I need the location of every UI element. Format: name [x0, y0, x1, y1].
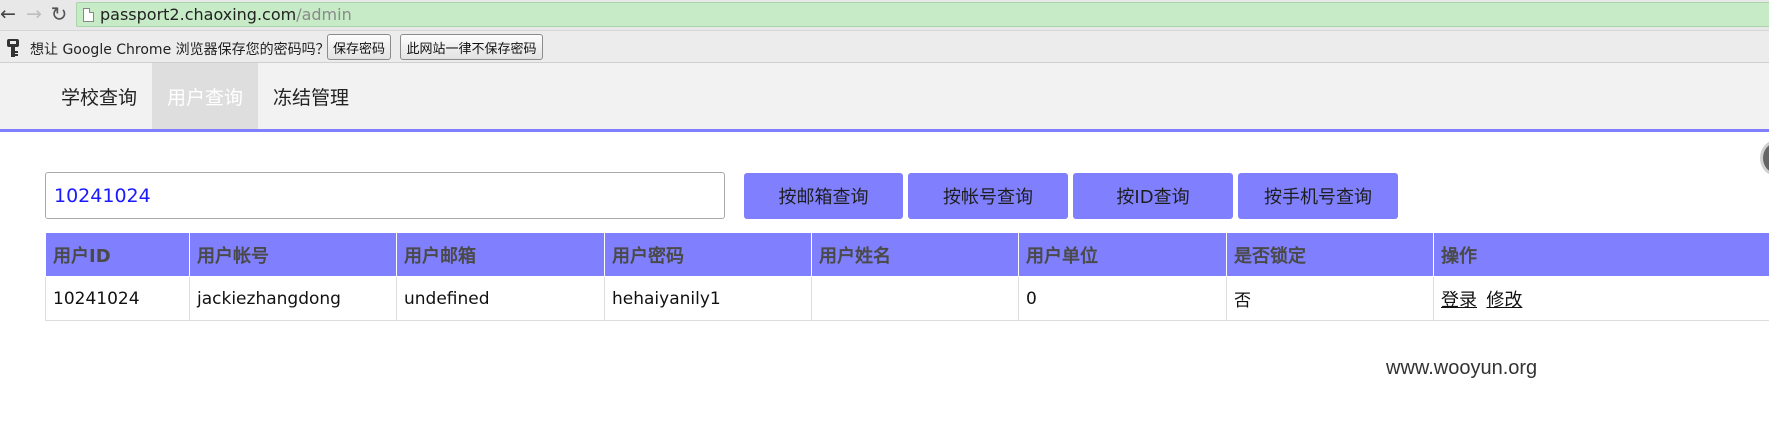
search-input[interactable] — [45, 172, 725, 219]
cell-user-id: 10241024 — [45, 276, 190, 321]
query-by-email-button[interactable]: 按邮箱查询 — [744, 173, 903, 219]
save-password-button[interactable]: 保存密码 — [327, 34, 391, 60]
cell-user-email: undefined — [396, 276, 605, 321]
arrow-left-icon[interactable]: ← — [0, 4, 18, 24]
address-bar[interactable]: passport2.chaoxing.com/admin — [76, 2, 1769, 27]
never-save-button[interactable]: 此网站一律不保存密码 — [400, 34, 543, 60]
query-by-account-button[interactable]: 按帐号查询 — [908, 173, 1068, 219]
header-user-password: 用户密码 — [604, 232, 812, 277]
header-user-id: 用户ID — [45, 232, 190, 277]
query-by-phone-button[interactable]: 按手机号查询 — [1238, 173, 1398, 219]
table-header-row: 用户ID 用户帐号 用户邮箱 用户密码 用户姓名 用户单位 是否锁定 操作 — [45, 232, 1769, 277]
infobar-message: 想让 Google Chrome 浏览器保存您的密码吗？ — [30, 42, 330, 58]
table-row: 10241024 jackiezhangdong undefined hehai… — [45, 276, 1769, 321]
key-icon — [7, 39, 19, 57]
arrow-right-icon[interactable]: → — [24, 4, 44, 24]
header-actions: 操作 — [1433, 232, 1769, 277]
tab-user-query[interactable]: 用户查询 — [152, 63, 258, 129]
reload-icon[interactable]: ↻ — [49, 4, 69, 24]
cell-user-account: jackiezhangdong — [189, 276, 397, 321]
tab-freeze-management[interactable]: 冻结管理 — [258, 63, 364, 129]
side-widget-icon[interactable] — [1760, 140, 1769, 176]
header-user-account: 用户帐号 — [189, 232, 397, 277]
login-link[interactable]: 登录 — [1441, 290, 1477, 311]
url-host: passport2.chaoxing.com — [100, 5, 297, 24]
watermark: www.wooyun.org — [1386, 357, 1538, 379]
tab-school-query[interactable]: 学校查询 — [46, 63, 152, 129]
header-user-org: 用户单位 — [1018, 232, 1227, 277]
edit-link[interactable]: 修改 — [1486, 290, 1522, 311]
cell-user-name — [811, 276, 1019, 321]
header-user-email: 用户邮箱 — [396, 232, 605, 277]
page-icon — [83, 7, 94, 22]
cell-user-org: 0 — [1018, 276, 1227, 321]
query-by-id-button[interactable]: 按ID查询 — [1073, 173, 1233, 219]
user-results-table: 用户ID 用户帐号 用户邮箱 用户密码 用户姓名 用户单位 是否锁定 操作 10… — [45, 232, 1769, 321]
cell-locked: 否 — [1226, 276, 1434, 321]
header-user-name: 用户姓名 — [811, 232, 1019, 277]
browser-toolbar: ← → ↻ passport2.chaoxing.com/admin — [0, 0, 1769, 30]
url-path: /admin — [296, 5, 352, 24]
header-locked: 是否锁定 — [1226, 232, 1434, 277]
cell-user-password: hehaiyanily1 — [604, 276, 812, 321]
site-nav: 学校查询 用户查询 冻结管理 — [0, 63, 1769, 132]
password-infobar: 想让 Google Chrome 浏览器保存您的密码吗？ 保存密码 此网站一律不… — [0, 30, 1769, 63]
cell-actions: 登录 修改 — [1433, 276, 1769, 321]
